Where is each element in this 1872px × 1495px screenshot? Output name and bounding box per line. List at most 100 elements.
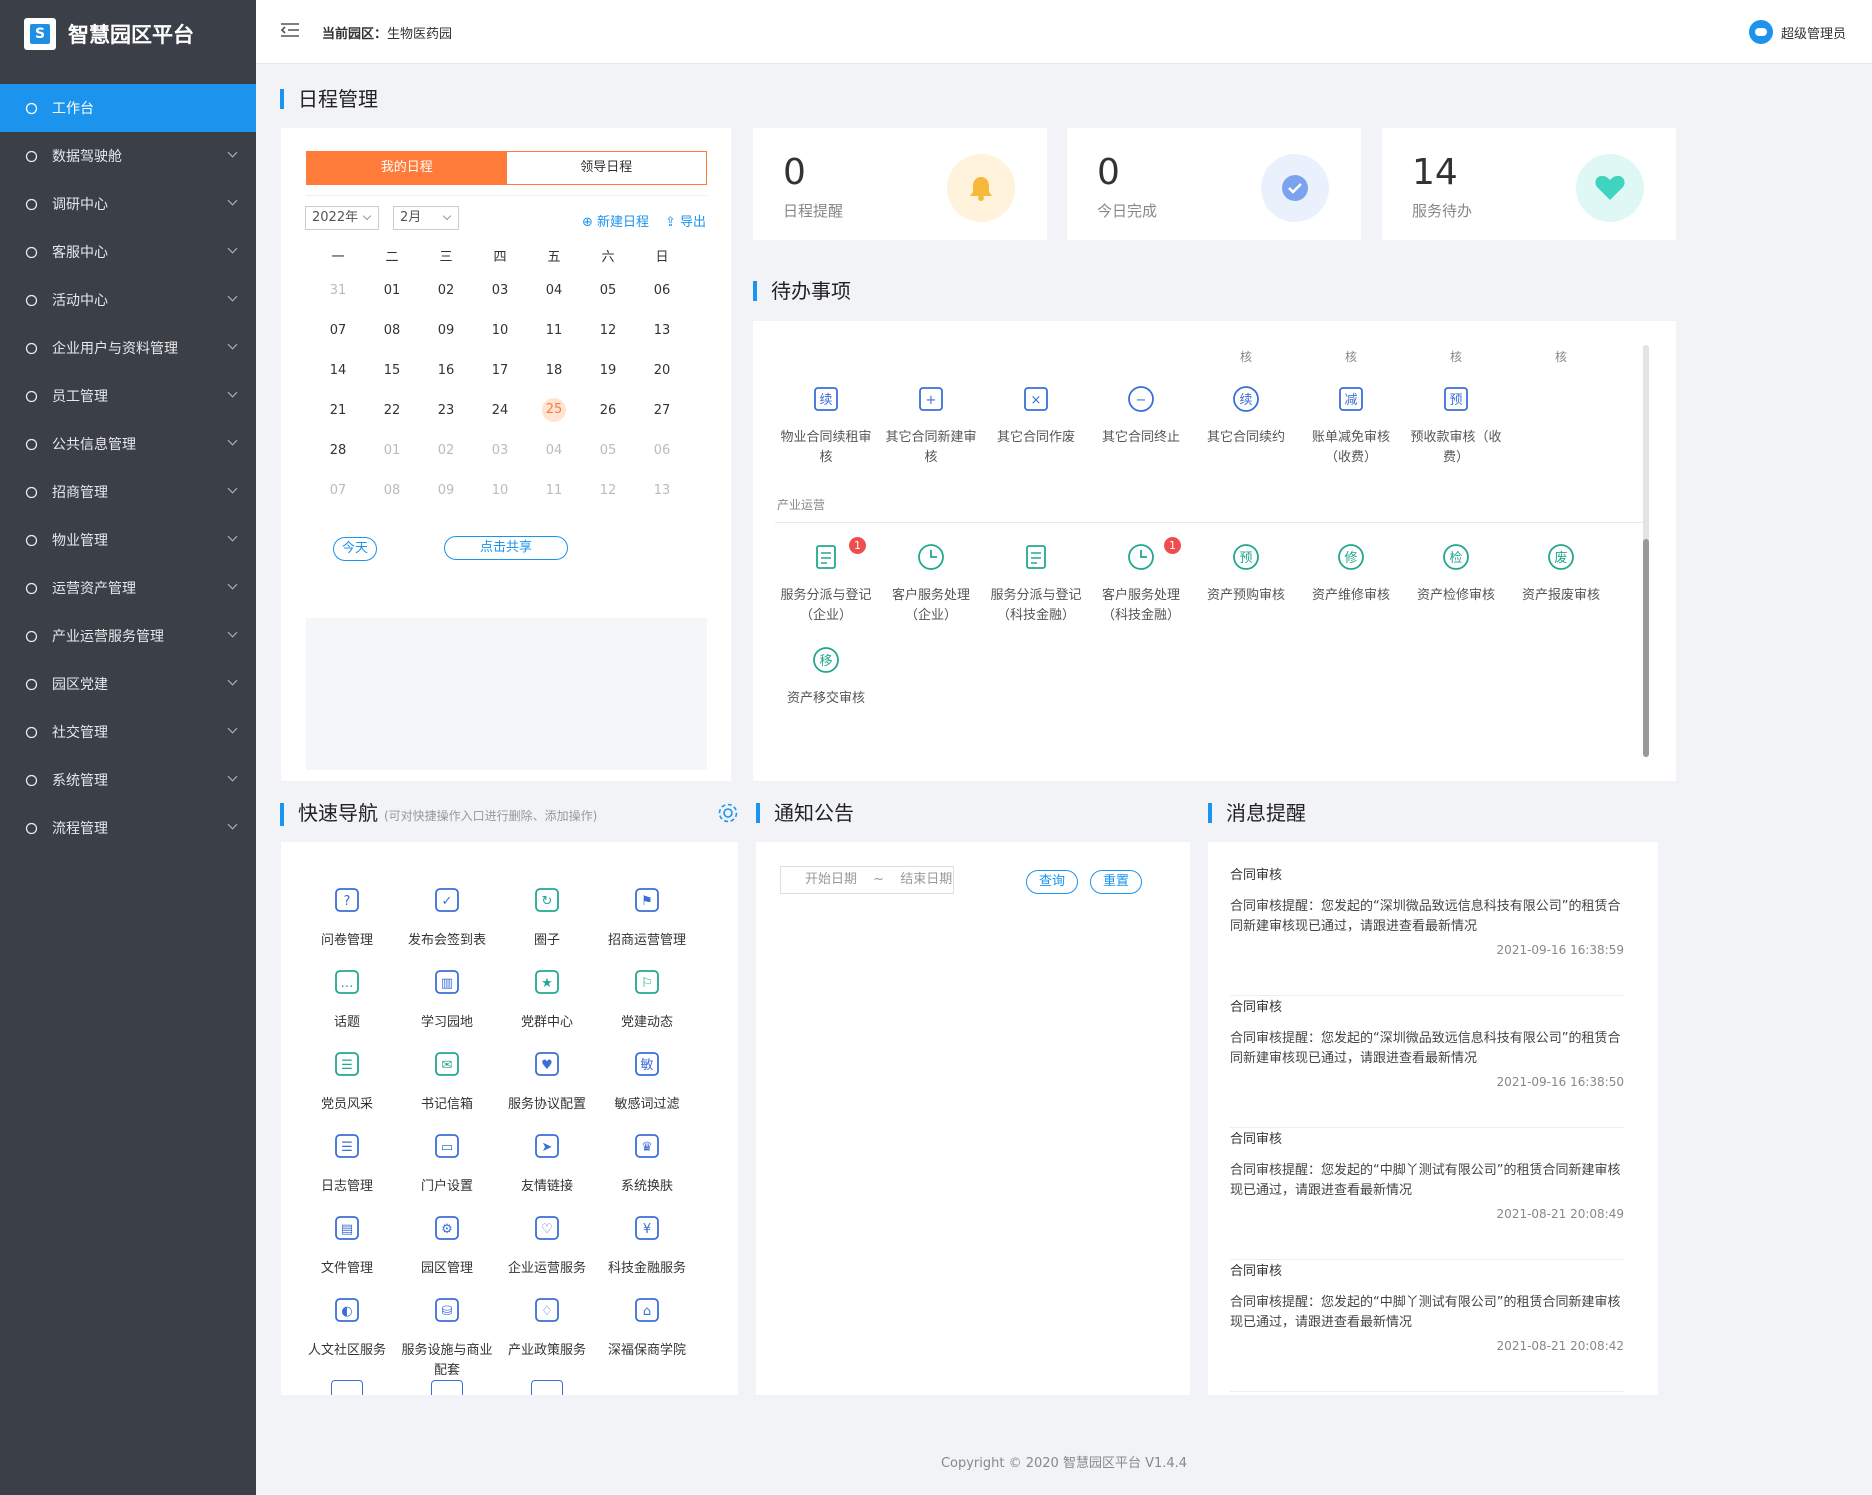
quicknav-item[interactable]: ♡ 企业运营服务 [497, 1212, 597, 1279]
calendar-day[interactable]: 03 [473, 443, 527, 458]
year-select[interactable]: 2022年 [305, 206, 379, 230]
park-name[interactable]: 生物医药园 [387, 27, 452, 42]
calendar-day[interactable]: 02 [419, 283, 473, 298]
calendar-day[interactable]: 09 [419, 323, 473, 338]
calendar-day[interactable]: 03 [473, 283, 527, 298]
todo-item[interactable]: 废资产报废审核 [1510, 541, 1612, 606]
sidebar-item-2[interactable]: 调研中心 [0, 180, 256, 228]
calendar-day[interactable]: 12 [581, 483, 635, 498]
message-item[interactable]: 合同审核 合同审核提醒：您发起的“深圳微品致远信息科技有限公司”的租赁合同新建审核… [1230, 864, 1624, 996]
calendar-day[interactable]: 07 [311, 483, 365, 498]
calendar-day[interactable]: 19 [581, 363, 635, 378]
quicknav-icon[interactable] [431, 1380, 463, 1395]
calendar-day[interactable]: 05 [581, 443, 635, 458]
quicknav-item[interactable]: ☰ 日志管理 [297, 1130, 397, 1197]
todo-item[interactable]: 减账单减免审核（收费） [1300, 383, 1402, 468]
sidebar-item-13[interactable]: 社交管理 [0, 708, 256, 756]
todo-item[interactable]: 预资产预购审核 [1195, 541, 1297, 606]
quicknav-item[interactable]: ↻ 圈子 [497, 884, 597, 951]
share-button[interactable]: 点击共享 [444, 536, 568, 560]
stat-card[interactable]: 0 日程提醒 [753, 128, 1047, 240]
calendar-day[interactable]: 14 [311, 363, 365, 378]
calendar-day-today[interactable]: 25 [527, 398, 581, 422]
calendar-day[interactable]: 06 [635, 283, 689, 298]
quicknav-item[interactable]: ➤ 友情链接 [497, 1130, 597, 1197]
quicknav-icon[interactable] [331, 1380, 363, 1395]
sidebar-item-4[interactable]: 活动中心 [0, 276, 256, 324]
calendar-day[interactable]: 12 [581, 323, 635, 338]
sidebar-item-12[interactable]: 园区党建 [0, 660, 256, 708]
calendar-day[interactable]: 21 [311, 403, 365, 418]
quicknav-item[interactable]: ⚙ 园区管理 [397, 1212, 497, 1279]
todo-item[interactable]: 客户服务处理（企业） [880, 541, 982, 626]
new-schedule-link[interactable]: ⊕ 新建日程 [582, 211, 649, 230]
sidebar-item-0[interactable]: 工作台 [0, 84, 256, 132]
message-item[interactable]: 合同审核 合同审核提醒：您发起的“中脚丫测试有限公司”的租赁合同新建审核现已通过，… [1230, 1260, 1624, 1392]
quicknav-icon[interactable] [531, 1380, 563, 1395]
tab-leader-schedule[interactable]: 领导日程 [507, 152, 707, 184]
tab-my-schedule[interactable]: 我的日程 [307, 152, 507, 184]
todo-scrollbar[interactable] [1643, 345, 1649, 757]
todo-item[interactable]: 移资产移交审核 [775, 644, 877, 709]
quicknav-item[interactable]: ⚐ 党建动态 [597, 966, 697, 1033]
sidebar-item-1[interactable]: 数据驾驶舱 [0, 132, 256, 180]
quicknav-item[interactable]: ♢ 产业政策服务 [497, 1294, 597, 1361]
quicknav-item[interactable]: ✓ 发布会签到表 [397, 884, 497, 951]
query-button[interactable]: 查询 [1026, 870, 1078, 894]
todo-item[interactable]: 检资产检修审核 [1405, 541, 1507, 606]
sidebar-item-15[interactable]: 流程管理 [0, 804, 256, 852]
quicknav-item[interactable]: 敏敏感词过滤 [597, 1048, 697, 1115]
calendar-day[interactable]: 27 [635, 403, 689, 418]
reset-button[interactable]: 重置 [1090, 870, 1142, 894]
calendar-day[interactable]: 10 [473, 483, 527, 498]
calendar-day[interactable]: 15 [365, 363, 419, 378]
gear-icon[interactable] [717, 802, 739, 824]
calendar-day[interactable]: 13 [635, 323, 689, 338]
calendar-day[interactable]: 18 [527, 363, 581, 378]
quicknav-item[interactable]: ⛁ 服务设施与商业配套 [397, 1294, 497, 1381]
calendar-day[interactable]: 04 [527, 443, 581, 458]
user-menu[interactable]: 超级管理员 [1748, 20, 1846, 44]
today-button[interactable]: 今天 [333, 537, 377, 561]
scrollbar-thumb[interactable] [1643, 539, 1649, 757]
stat-card[interactable]: 0 今日完成 [1067, 128, 1361, 240]
calendar-day[interactable]: 06 [635, 443, 689, 458]
todo-item[interactable]: 服务分派与登记（科技金融） [985, 541, 1087, 626]
calendar-day[interactable]: 31 [311, 283, 365, 298]
sidebar-item-6[interactable]: 员工管理 [0, 372, 256, 420]
calendar-day[interactable]: 13 [635, 483, 689, 498]
todo-item[interactable]: 服务分派与登记（企业） 1 [775, 537, 877, 626]
sidebar-item-10[interactable]: 运营资产管理 [0, 564, 256, 612]
menu-collapse-icon[interactable] [280, 22, 300, 38]
quicknav-item[interactable]: ▤ 文件管理 [297, 1212, 397, 1279]
calendar-day[interactable]: 01 [365, 283, 419, 298]
app-logo[interactable]: S 智慧园区平台 [0, 0, 256, 68]
quicknav-item[interactable]: ◐ 人文社区服务 [297, 1294, 397, 1361]
todo-item[interactable]: × 其它合同作废 [985, 383, 1087, 448]
calendar-day[interactable]: 08 [365, 323, 419, 338]
quicknav-item[interactable]: ⚑ 招商运营管理 [597, 884, 697, 951]
todo-item[interactable]: + 其它合同新建审核 [880, 383, 982, 468]
calendar-day[interactable]: 07 [311, 323, 365, 338]
message-item[interactable]: 合同审核 合同审核提醒：您发起的“中脚丫测试有限公司”的租赁合同新建审核现已通过，… [1230, 1128, 1624, 1260]
stat-card[interactable]: 14 服务待办 [1382, 128, 1676, 240]
calendar-day[interactable]: 17 [473, 363, 527, 378]
calendar-day[interactable]: 05 [581, 283, 635, 298]
sidebar-item-8[interactable]: 招商管理 [0, 468, 256, 516]
todo-item[interactable]: 预预收款审核（收费） [1405, 383, 1507, 468]
date-range-input[interactable]: 开始日期 ~ 结束日期 [780, 866, 954, 894]
quicknav-item[interactable]: ♥ 服务协议配置 [497, 1048, 597, 1115]
calendar-day[interactable]: 16 [419, 363, 473, 378]
calendar-day[interactable]: 24 [473, 403, 527, 418]
sidebar-item-5[interactable]: 企业用户与资料管理 [0, 324, 256, 372]
quicknav-item[interactable]: ⌂ 深福保商学院 [597, 1294, 697, 1361]
calendar-day[interactable]: 11 [527, 483, 581, 498]
sidebar-item-14[interactable]: 系统管理 [0, 756, 256, 804]
todo-item[interactable]: 客户服务处理（科技金融） 1 [1090, 537, 1192, 626]
sidebar-item-11[interactable]: 产业运营服务管理 [0, 612, 256, 660]
todo-item[interactable]: − 其它合同终止 [1090, 383, 1192, 448]
quicknav-item[interactable]: ▥ 学习园地 [397, 966, 497, 1033]
calendar-day[interactable]: 04 [527, 283, 581, 298]
sidebar-item-3[interactable]: 客服中心 [0, 228, 256, 276]
calendar-day[interactable]: 10 [473, 323, 527, 338]
